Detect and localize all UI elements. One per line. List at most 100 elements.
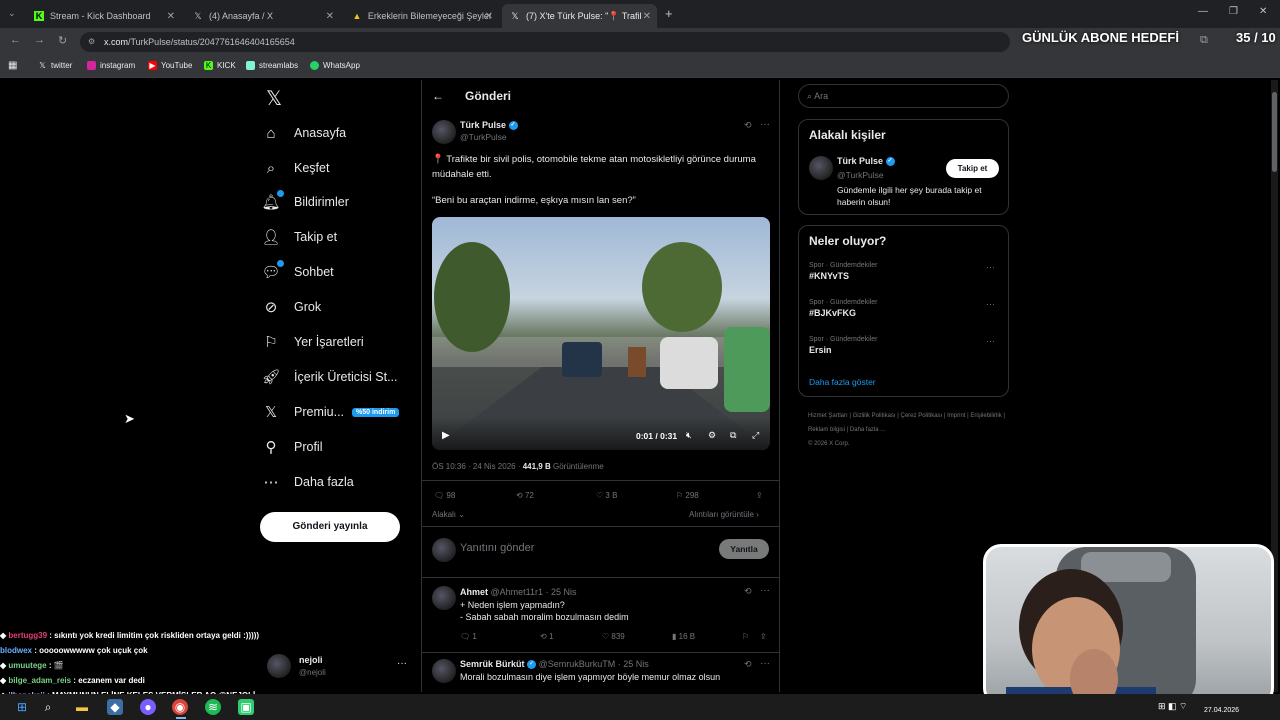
tab-kick-dashboard[interactable]: K Stream - Kick Dashboard ✕: [26, 4, 181, 28]
bookmark-twitter[interactable]: 𝕏twitter: [38, 61, 72, 70]
tab-turk-pulse[interactable]: 𝕏 (7) X'te Türk Pulse: "📍 Trafikte b ✕: [502, 4, 657, 28]
nav-item-grok[interactable]: ⊘ Grok: [260, 293, 321, 321]
footer-link[interactable]: Imprint: [947, 413, 965, 419]
reload-icon[interactable]: ↻: [58, 34, 67, 47]
search-icon[interactable]: ⌕: [40, 699, 56, 715]
nav-item-notifications[interactable]: 🔔︎ Bildirimler: [260, 188, 349, 216]
author-name[interactable]: Türk Pulse ✓: [460, 120, 518, 131]
bookmark-kick[interactable]: K KICK: [204, 61, 236, 70]
obs-icon[interactable]: ●: [140, 699, 156, 715]
bookmark-streamlabs[interactable]: streamlabs: [246, 61, 298, 70]
nav-item-explore[interactable]: ⌕ Keşfet: [260, 154, 330, 182]
windows-start-icon[interactable]: ⊞: [14, 699, 30, 715]
reply-author-avatar[interactable]: [432, 586, 456, 610]
reply-button[interactable]: 🗨︎ 1: [460, 632, 540, 641]
bookmark-whatsapp[interactable]: WhatsApp: [310, 61, 360, 70]
nav-item-creator-studio[interactable]: 🚀︎ İçerik Üreticisi St...: [260, 363, 397, 391]
view-quotes-link[interactable]: Alıntıları görüntüle ›: [689, 510, 759, 519]
settings-gear-icon[interactable]: ⚙: [708, 430, 716, 441]
share-icon[interactable]: ⇪: [756, 491, 763, 500]
app-icon[interactable]: ▣: [238, 699, 254, 715]
footer-link[interactable]: Reklam bilgisi: [808, 427, 845, 433]
post-button[interactable]: Gönderi yayınla: [260, 512, 400, 542]
like-button[interactable]: ♡ 3 B: [596, 491, 676, 500]
tab-erkekler[interactable]: ▲ Erkeklerin Bilemeyeceği Şeyler ✕: [344, 4, 499, 28]
repost-button[interactable]: ⟲ 72: [516, 491, 596, 500]
tab-search-icon[interactable]: ⌄: [8, 8, 16, 19]
nav-item-profile[interactable]: ⚲ Profil: [260, 433, 323, 461]
new-tab-icon[interactable]: +: [665, 6, 673, 21]
extensions-icon[interactable]: ⧉: [1200, 34, 1208, 47]
play-icon[interactable]: ▶: [442, 430, 450, 441]
system-tray-icons[interactable]: ⊞ ◧ ⌔: [1158, 701, 1188, 712]
close-icon[interactable]: ✕: [485, 11, 493, 22]
share-icon[interactable]: ⇪: [760, 632, 767, 641]
person-avatar[interactable]: [809, 156, 833, 180]
footer-link[interactable]: Daha fazla ...: [850, 427, 885, 433]
search-input[interactable]: ⌕ Ara: [798, 84, 1009, 108]
bookmark-button[interactable]: ⚐ 298: [676, 491, 756, 500]
site-info-icon[interactable]: ⚙: [88, 37, 95, 46]
chrome-icon[interactable]: ◉: [172, 699, 188, 715]
reply-more-icon[interactable]: ···: [760, 585, 770, 596]
sort-relevant-dropdown[interactable]: Alakalı ⌄: [432, 510, 465, 519]
footer-link[interactable]: Hizmet Şartları: [808, 413, 848, 419]
close-icon[interactable]: ✕: [326, 11, 334, 22]
bookmark-icon[interactable]: ⚐: [742, 632, 760, 641]
nav-item-bookmarks[interactable]: ⚐ Yer İşaretleri: [260, 328, 363, 356]
close-icon[interactable]: ✕: [643, 11, 651, 22]
picture-in-picture-icon[interactable]: ⧉: [730, 430, 736, 441]
nav-item-chat[interactable]: 💬︎ Sohbet: [260, 258, 334, 286]
account-more-icon[interactable]: ···: [397, 658, 407, 669]
restore-icon[interactable]: ❐: [1229, 6, 1238, 17]
trend-more-icon[interactable]: ···: [986, 262, 995, 272]
nav-item-home[interactable]: ⌂ Anasayfa: [260, 119, 346, 147]
close-icon[interactable]: ✕: [167, 11, 175, 22]
tweet-more-icon[interactable]: ···: [760, 119, 770, 130]
trend-more-icon[interactable]: ···: [986, 299, 995, 309]
nav-item-premium[interactable]: 𝕏 Premiu... %50 indirim: [260, 398, 400, 426]
spotify-icon[interactable]: ≋: [205, 699, 221, 715]
account-name[interactable]: nejoli: [299, 655, 323, 665]
trend-item[interactable]: Spor · Gündemdekiler #BJKvFKG ···: [809, 299, 999, 318]
video-player[interactable]: ▶ 0:01 / 0:31 🔇︎ ⚙ ⧉ ⤢: [432, 217, 770, 450]
footer-link[interactable]: Erişilebilirlik: [970, 413, 1001, 419]
grok-explain-icon[interactable]: ⟲: [744, 659, 752, 670]
reply-more-icon[interactable]: ···: [760, 658, 770, 669]
reply-button[interactable]: 🗨︎ 98: [434, 491, 516, 500]
address-bar[interactable]: ⚙ x.com/TurkPulse/status/204776164640416…: [80, 32, 1010, 52]
views-button[interactable]: ▮ 16 B: [672, 632, 742, 641]
back-arrow-icon[interactable]: ←: [10, 34, 21, 46]
footer-link[interactable]: Gizlilik Politikası: [853, 413, 896, 419]
minimize-icon[interactable]: —: [1198, 6, 1208, 17]
forward-arrow-icon[interactable]: →: [34, 34, 45, 46]
grok-explain-icon[interactable]: ⟲: [744, 120, 752, 131]
follow-button[interactable]: Takip et: [946, 159, 999, 178]
nav-item-follow[interactable]: 👤︎ Takip et: [260, 223, 337, 251]
show-more-link[interactable]: Daha fazla göster: [809, 377, 876, 387]
trend-item[interactable]: Spor · Gündemdekiler Ersin ···: [809, 336, 999, 355]
nav-item-more[interactable]: ⋯ Daha fazla: [260, 468, 354, 496]
clock-date[interactable]: 27.04.2026: [1204, 707, 1239, 714]
trend-more-icon[interactable]: ···: [986, 336, 995, 346]
app-icon[interactable]: ◆: [107, 699, 123, 715]
reply-author-avatar[interactable]: [432, 659, 456, 683]
trend-item[interactable]: Spor · Gündemdekiler #KNYvTS ···: [809, 262, 999, 281]
like-button[interactable]: ♡ 839: [602, 632, 672, 641]
apps-grid-icon[interactable]: ▦: [8, 60, 17, 71]
file-explorer-icon[interactable]: ▬: [74, 699, 90, 715]
repost-button[interactable]: ⟲ 1: [540, 632, 602, 641]
back-arrow-icon[interactable]: ←: [432, 89, 444, 103]
scrollbar-thumb[interactable]: [1272, 92, 1277, 172]
person-name[interactable]: Türk Pulse ✓: [837, 156, 895, 167]
window-close-icon[interactable]: ✕: [1259, 6, 1267, 17]
mute-icon[interactable]: 🔇︎: [686, 430, 692, 441]
bookmark-youtube[interactable]: ▶ YouTube: [148, 61, 192, 70]
reply-author[interactable]: Semrük Bürküt: [460, 659, 525, 669]
reply-input[interactable]: Yanıtını gönder: [460, 542, 534, 554]
x-logo-icon[interactable]: 𝕏: [266, 86, 282, 111]
author-avatar[interactable]: [432, 120, 456, 144]
reply-submit-button[interactable]: Yanıtla: [719, 539, 769, 559]
footer-link[interactable]: Çerez Politikası: [901, 413, 943, 419]
bookmark-instagram[interactable]: instagram: [87, 61, 135, 70]
